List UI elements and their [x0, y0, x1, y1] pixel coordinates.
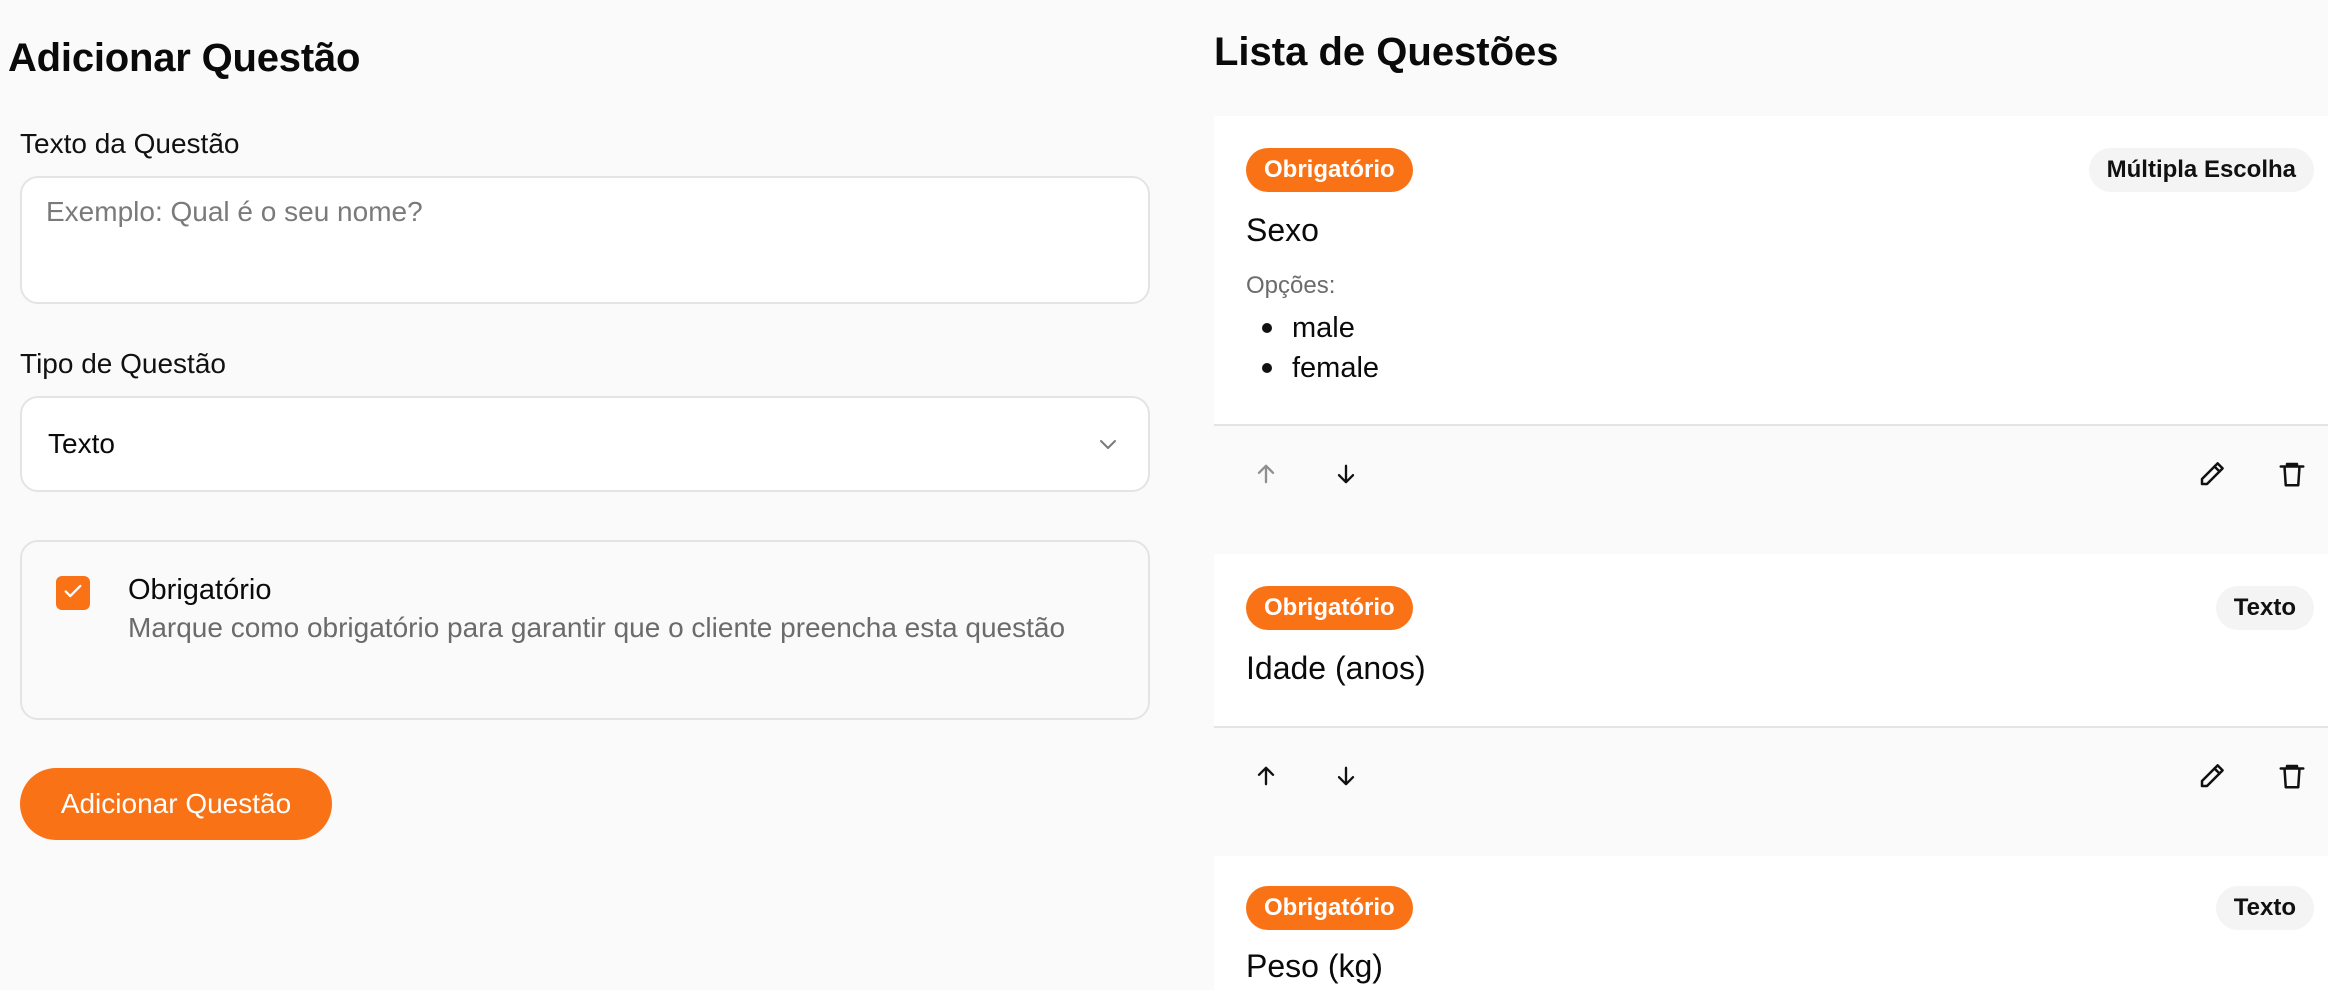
option-item: male — [1246, 308, 1379, 348]
question-list-title: Lista de Questões — [1214, 30, 1559, 74]
question-card: Obrigatório Texto Peso (kg) — [1214, 856, 2328, 990]
bullet — [1262, 363, 1272, 373]
question-type-value: Texto — [48, 428, 115, 459]
page: Adicionar Questão Texto da Questão Tipo … — [0, 0, 2328, 990]
type-badge: Múltipla Escolha — [2088, 148, 2314, 192]
question-actions — [1214, 726, 2328, 856]
arrow-up-icon[interactable] — [1242, 450, 1290, 498]
type-badge: Texto — [2215, 886, 2314, 930]
type-badge: Texto — [2215, 586, 2314, 630]
trash-icon[interactable] — [2268, 450, 2316, 498]
required-badge: Obrigatório — [1246, 586, 1413, 630]
arrow-down-icon[interactable] — [1322, 752, 1370, 800]
pencil-icon[interactable] — [2188, 752, 2236, 800]
bullet — [1262, 323, 1272, 333]
add-question-button[interactable]: Adicionar Questão — [20, 768, 332, 840]
question-card: Obrigatório Múltipla Escolha Sexo Opções… — [1214, 116, 2328, 426]
chevron-down-icon — [1094, 430, 1122, 458]
question-text-input[interactable] — [20, 176, 1150, 304]
option-text: male — [1292, 311, 1355, 344]
question-text-label: Texto da Questão — [20, 128, 240, 159]
required-option-card: Obrigatório Marque como obrigatório para… — [20, 540, 1150, 720]
options-label: Opções: — [1246, 272, 1336, 299]
question-actions — [1214, 424, 2328, 554]
required-checkbox[interactable] — [56, 576, 90, 610]
question-type-select[interactable]: Texto — [20, 396, 1150, 492]
question-title: Peso (kg) — [1246, 948, 1383, 984]
option-text: female — [1292, 351, 1380, 384]
required-label: Obrigatório — [128, 574, 272, 606]
question-type-label: Tipo de Questão — [20, 348, 226, 379]
question-title: Idade (anos) — [1246, 650, 1426, 686]
option-item: female — [1246, 348, 1379, 388]
form-title: Adicionar Questão — [8, 36, 361, 80]
arrow-up-icon[interactable] — [1242, 752, 1290, 800]
required-description: Marque como obrigatório para garantir qu… — [128, 612, 1066, 643]
question-title: Sexo — [1246, 212, 1319, 248]
required-badge: Obrigatório — [1246, 886, 1413, 930]
pencil-icon[interactable] — [2188, 450, 2236, 498]
options-list: male female — [1246, 308, 1379, 388]
arrow-down-icon[interactable] — [1322, 450, 1370, 498]
check-icon — [62, 580, 84, 607]
trash-icon[interactable] — [2268, 752, 2316, 800]
question-card: Obrigatório Texto Idade (anos) — [1214, 554, 2328, 728]
required-badge: Obrigatório — [1246, 148, 1413, 192]
